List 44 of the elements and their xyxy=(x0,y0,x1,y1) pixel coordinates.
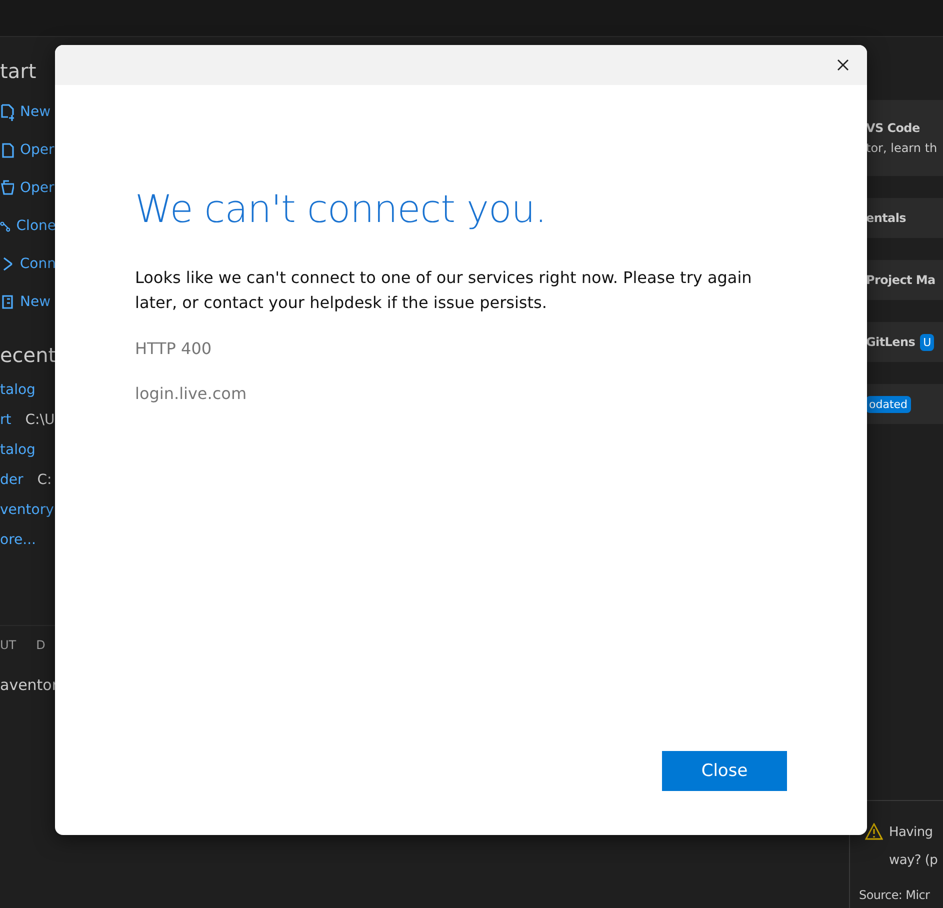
walkthrough-title: entals xyxy=(866,211,906,225)
panel-tab[interactable]: D xyxy=(36,638,46,652)
updated-badge: odated xyxy=(866,396,911,412)
error-host: login.live.com xyxy=(135,384,248,403)
section-heading: tart xyxy=(0,58,38,85)
walkthrough-card[interactable]: odated xyxy=(866,384,943,424)
file-icon xyxy=(0,141,14,159)
walkthrough-title: GitLens xyxy=(866,335,916,349)
walkthrough-title: VS Code xyxy=(866,121,920,135)
recent-link[interactable]: rt xyxy=(0,412,12,428)
dialog-message: Looks like we can't connect to one of our services right now. Please try again later, or contact your helpdesk if the issue persists. xyxy=(135,267,753,314)
warning-icon xyxy=(865,823,883,840)
terminal-line: aventor xyxy=(0,676,56,694)
panel-tab[interactable]: UT xyxy=(0,638,16,652)
recent-link[interactable]: der xyxy=(0,472,24,488)
action-link[interactable]: Oper xyxy=(20,180,54,196)
folder-icon xyxy=(0,179,14,197)
recent-link[interactable]: talog xyxy=(0,442,36,458)
walkthrough-card[interactable]: VS Code tor, learn th xyxy=(866,100,943,176)
notification-source: Source: Micr xyxy=(859,887,931,904)
new-file-icon xyxy=(0,103,14,121)
close-button[interactable]: Close xyxy=(662,751,787,791)
updated-badge: U xyxy=(920,334,934,350)
section-heading: ecent xyxy=(0,342,56,369)
walkthrough-card[interactable]: GitLens U xyxy=(866,322,943,362)
recent-link[interactable]: ventory xyxy=(0,502,54,518)
walkthrough-card[interactable]: entals xyxy=(866,198,943,238)
close-icon[interactable] xyxy=(837,59,849,71)
notebook-icon xyxy=(0,293,14,311)
action-link[interactable]: New xyxy=(20,104,51,120)
recent-link[interactable]: talog xyxy=(0,382,36,398)
walkthrough-title: Project Ma xyxy=(866,273,936,287)
action-link[interactable]: Clone xyxy=(16,218,56,234)
dialog-heading: We can't connect you. xyxy=(135,187,548,231)
action-link[interactable]: New xyxy=(20,294,51,310)
error-code: HTTP 400 xyxy=(135,339,213,358)
recent-path: C: xyxy=(37,472,52,488)
notification-message: Having way? (p xyxy=(889,824,938,870)
walkthrough-description: tor, learn th xyxy=(866,141,938,155)
walkthrough-card[interactable]: Project Ma xyxy=(866,260,943,300)
recent-link[interactable]: ore... xyxy=(0,532,36,548)
action-link[interactable]: Conn xyxy=(20,256,56,272)
action-link[interactable]: Oper xyxy=(20,142,54,158)
recent-path: C:\U xyxy=(25,412,55,428)
